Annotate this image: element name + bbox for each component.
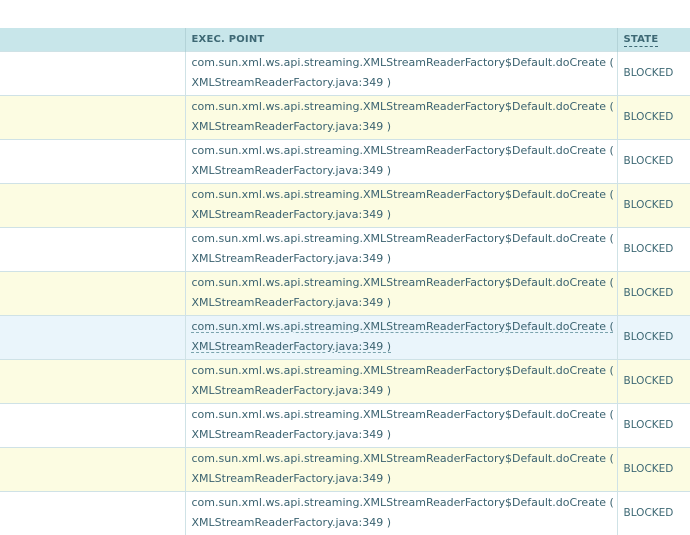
exec-point-method[interactable]: com.sun.xml.ws.api.streaming.XMLStreamRe… bbox=[192, 405, 617, 425]
exec-point-cell[interactable]: com.sun.xml.ws.api.streaming.XMLStreamRe… bbox=[184, 359, 617, 403]
exec-point-method[interactable]: com.sun.xml.ws.api.streaming.XMLStreamRe… bbox=[192, 229, 617, 249]
exec-point-method[interactable]: com.sun.xml.ws.api.streaming.XMLStreamRe… bbox=[192, 361, 617, 381]
exec-point-method[interactable]: com.sun.xml.ws.api.streaming.XMLStreamRe… bbox=[192, 141, 617, 161]
row-blank-cell bbox=[0, 183, 185, 227]
table-row[interactable]: com.sun.xml.ws.api.streaming.XMLStreamRe… bbox=[0, 95, 690, 139]
state-cell: BLOCKED bbox=[616, 315, 690, 359]
row-blank-cell bbox=[0, 51, 185, 95]
exec-point-location[interactable]: XMLStreamReaderFactory.java:349 ) bbox=[192, 469, 617, 489]
table-row[interactable]: com.sun.xml.ws.api.streaming.XMLStreamRe… bbox=[0, 51, 690, 95]
table-header: EXEC. POINT STATE bbox=[0, 28, 690, 51]
exec-point-cell[interactable]: com.sun.xml.ws.api.streaming.XMLStreamRe… bbox=[184, 139, 617, 183]
exec-point-location[interactable]: XMLStreamReaderFactory.java:349 ) bbox=[192, 293, 617, 313]
table-row[interactable]: com.sun.xml.ws.api.streaming.XMLStreamRe… bbox=[0, 183, 690, 227]
thread-table: EXEC. POINT STATE com.sun.xml.ws.api.str… bbox=[0, 28, 690, 535]
exec-point-location[interactable]: XMLStreamReaderFactory.java:349 ) bbox=[192, 73, 617, 93]
row-blank-cell bbox=[0, 447, 185, 491]
exec-point-cell[interactable]: com.sun.xml.ws.api.streaming.XMLStreamRe… bbox=[184, 227, 617, 271]
exec-point-cell[interactable]: com.sun.xml.ws.api.streaming.XMLStreamRe… bbox=[184, 183, 617, 227]
state-cell: BLOCKED bbox=[616, 227, 690, 271]
exec-point-location[interactable]: XMLStreamReaderFactory.java:349 ) bbox=[192, 161, 617, 181]
exec-point-location[interactable]: XMLStreamReaderFactory.java:349 ) bbox=[192, 249, 617, 269]
table-row[interactable]: com.sun.xml.ws.api.streaming.XMLStreamRe… bbox=[0, 491, 690, 535]
table-row[interactable]: com.sun.xml.ws.api.streaming.XMLStreamRe… bbox=[0, 271, 690, 315]
state-sort-link[interactable]: STATE bbox=[623, 33, 659, 47]
table-row-hovered[interactable]: com.sun.xml.ws.api.streaming.XMLStreamRe… bbox=[0, 315, 690, 359]
table-row[interactable]: com.sun.xml.ws.api.streaming.XMLStreamRe… bbox=[0, 447, 690, 491]
exec-point-method[interactable]: com.sun.xml.ws.api.streaming.XMLStreamRe… bbox=[192, 317, 617, 337]
state-cell: BLOCKED bbox=[616, 447, 690, 491]
exec-point-cell[interactable]: com.sun.xml.ws.api.streaming.XMLStreamRe… bbox=[184, 403, 617, 447]
header-exec-point[interactable]: EXEC. POINT bbox=[184, 28, 617, 51]
exec-point-cell[interactable]: com.sun.xml.ws.api.streaming.XMLStreamRe… bbox=[184, 271, 617, 315]
row-blank-cell bbox=[0, 271, 185, 315]
row-blank-cell bbox=[0, 227, 185, 271]
top-area bbox=[0, 0, 690, 29]
row-blank-cell bbox=[0, 491, 185, 535]
row-blank-cell bbox=[0, 403, 185, 447]
table-body: com.sun.xml.ws.api.streaming.XMLStreamRe… bbox=[0, 51, 690, 535]
table-row[interactable]: com.sun.xml.ws.api.streaming.XMLStreamRe… bbox=[0, 139, 690, 183]
state-cell: BLOCKED bbox=[616, 403, 690, 447]
row-blank-cell bbox=[0, 139, 185, 183]
exec-point-cell[interactable]: com.sun.xml.ws.api.streaming.XMLStreamRe… bbox=[184, 315, 617, 359]
exec-point-location[interactable]: XMLStreamReaderFactory.java:349 ) bbox=[192, 381, 617, 401]
state-cell: BLOCKED bbox=[616, 139, 690, 183]
state-cell: BLOCKED bbox=[616, 271, 690, 315]
exec-point-method[interactable]: com.sun.xml.ws.api.streaming.XMLStreamRe… bbox=[192, 53, 617, 73]
exec-point-cell[interactable]: com.sun.xml.ws.api.streaming.XMLStreamRe… bbox=[184, 95, 617, 139]
row-blank-cell bbox=[0, 315, 185, 359]
exec-point-method[interactable]: com.sun.xml.ws.api.streaming.XMLStreamRe… bbox=[192, 273, 617, 293]
table-row[interactable]: com.sun.xml.ws.api.streaming.XMLStreamRe… bbox=[0, 359, 690, 403]
row-blank-cell bbox=[0, 359, 185, 403]
row-blank-cell bbox=[0, 95, 185, 139]
exec-point-cell[interactable]: com.sun.xml.ws.api.streaming.XMLStreamRe… bbox=[184, 51, 617, 95]
exec-point-location[interactable]: XMLStreamReaderFactory.java:349 ) bbox=[192, 205, 617, 225]
state-cell: BLOCKED bbox=[616, 95, 690, 139]
table-row[interactable]: com.sun.xml.ws.api.streaming.XMLStreamRe… bbox=[0, 227, 690, 271]
state-cell: BLOCKED bbox=[616, 491, 690, 535]
exec-point-location[interactable]: XMLStreamReaderFactory.java:349 ) bbox=[192, 513, 617, 533]
exec-point-location[interactable]: XMLStreamReaderFactory.java:349 ) bbox=[192, 117, 617, 137]
state-cell: BLOCKED bbox=[616, 183, 690, 227]
state-cell: BLOCKED bbox=[616, 51, 690, 95]
exec-point-location[interactable]: XMLStreamReaderFactory.java:349 ) bbox=[192, 337, 617, 357]
header-row: EXEC. POINT STATE bbox=[0, 28, 690, 51]
state-cell: BLOCKED bbox=[616, 359, 690, 403]
exec-point-cell[interactable]: com.sun.xml.ws.api.streaming.XMLStreamRe… bbox=[184, 447, 617, 491]
exec-point-method[interactable]: com.sun.xml.ws.api.streaming.XMLStreamRe… bbox=[192, 97, 617, 117]
exec-point-method[interactable]: com.sun.xml.ws.api.streaming.XMLStreamRe… bbox=[192, 493, 617, 513]
exec-point-method[interactable]: com.sun.xml.ws.api.streaming.XMLStreamRe… bbox=[192, 449, 617, 469]
exec-point-method[interactable]: com.sun.xml.ws.api.streaming.XMLStreamRe… bbox=[192, 185, 617, 205]
header-state[interactable]: STATE bbox=[616, 28, 690, 51]
exec-point-cell[interactable]: com.sun.xml.ws.api.streaming.XMLStreamRe… bbox=[184, 491, 617, 535]
exec-point-location[interactable]: XMLStreamReaderFactory.java:349 ) bbox=[192, 425, 617, 445]
table-row[interactable]: com.sun.xml.ws.api.streaming.XMLStreamRe… bbox=[0, 403, 690, 447]
header-blank bbox=[0, 28, 185, 51]
